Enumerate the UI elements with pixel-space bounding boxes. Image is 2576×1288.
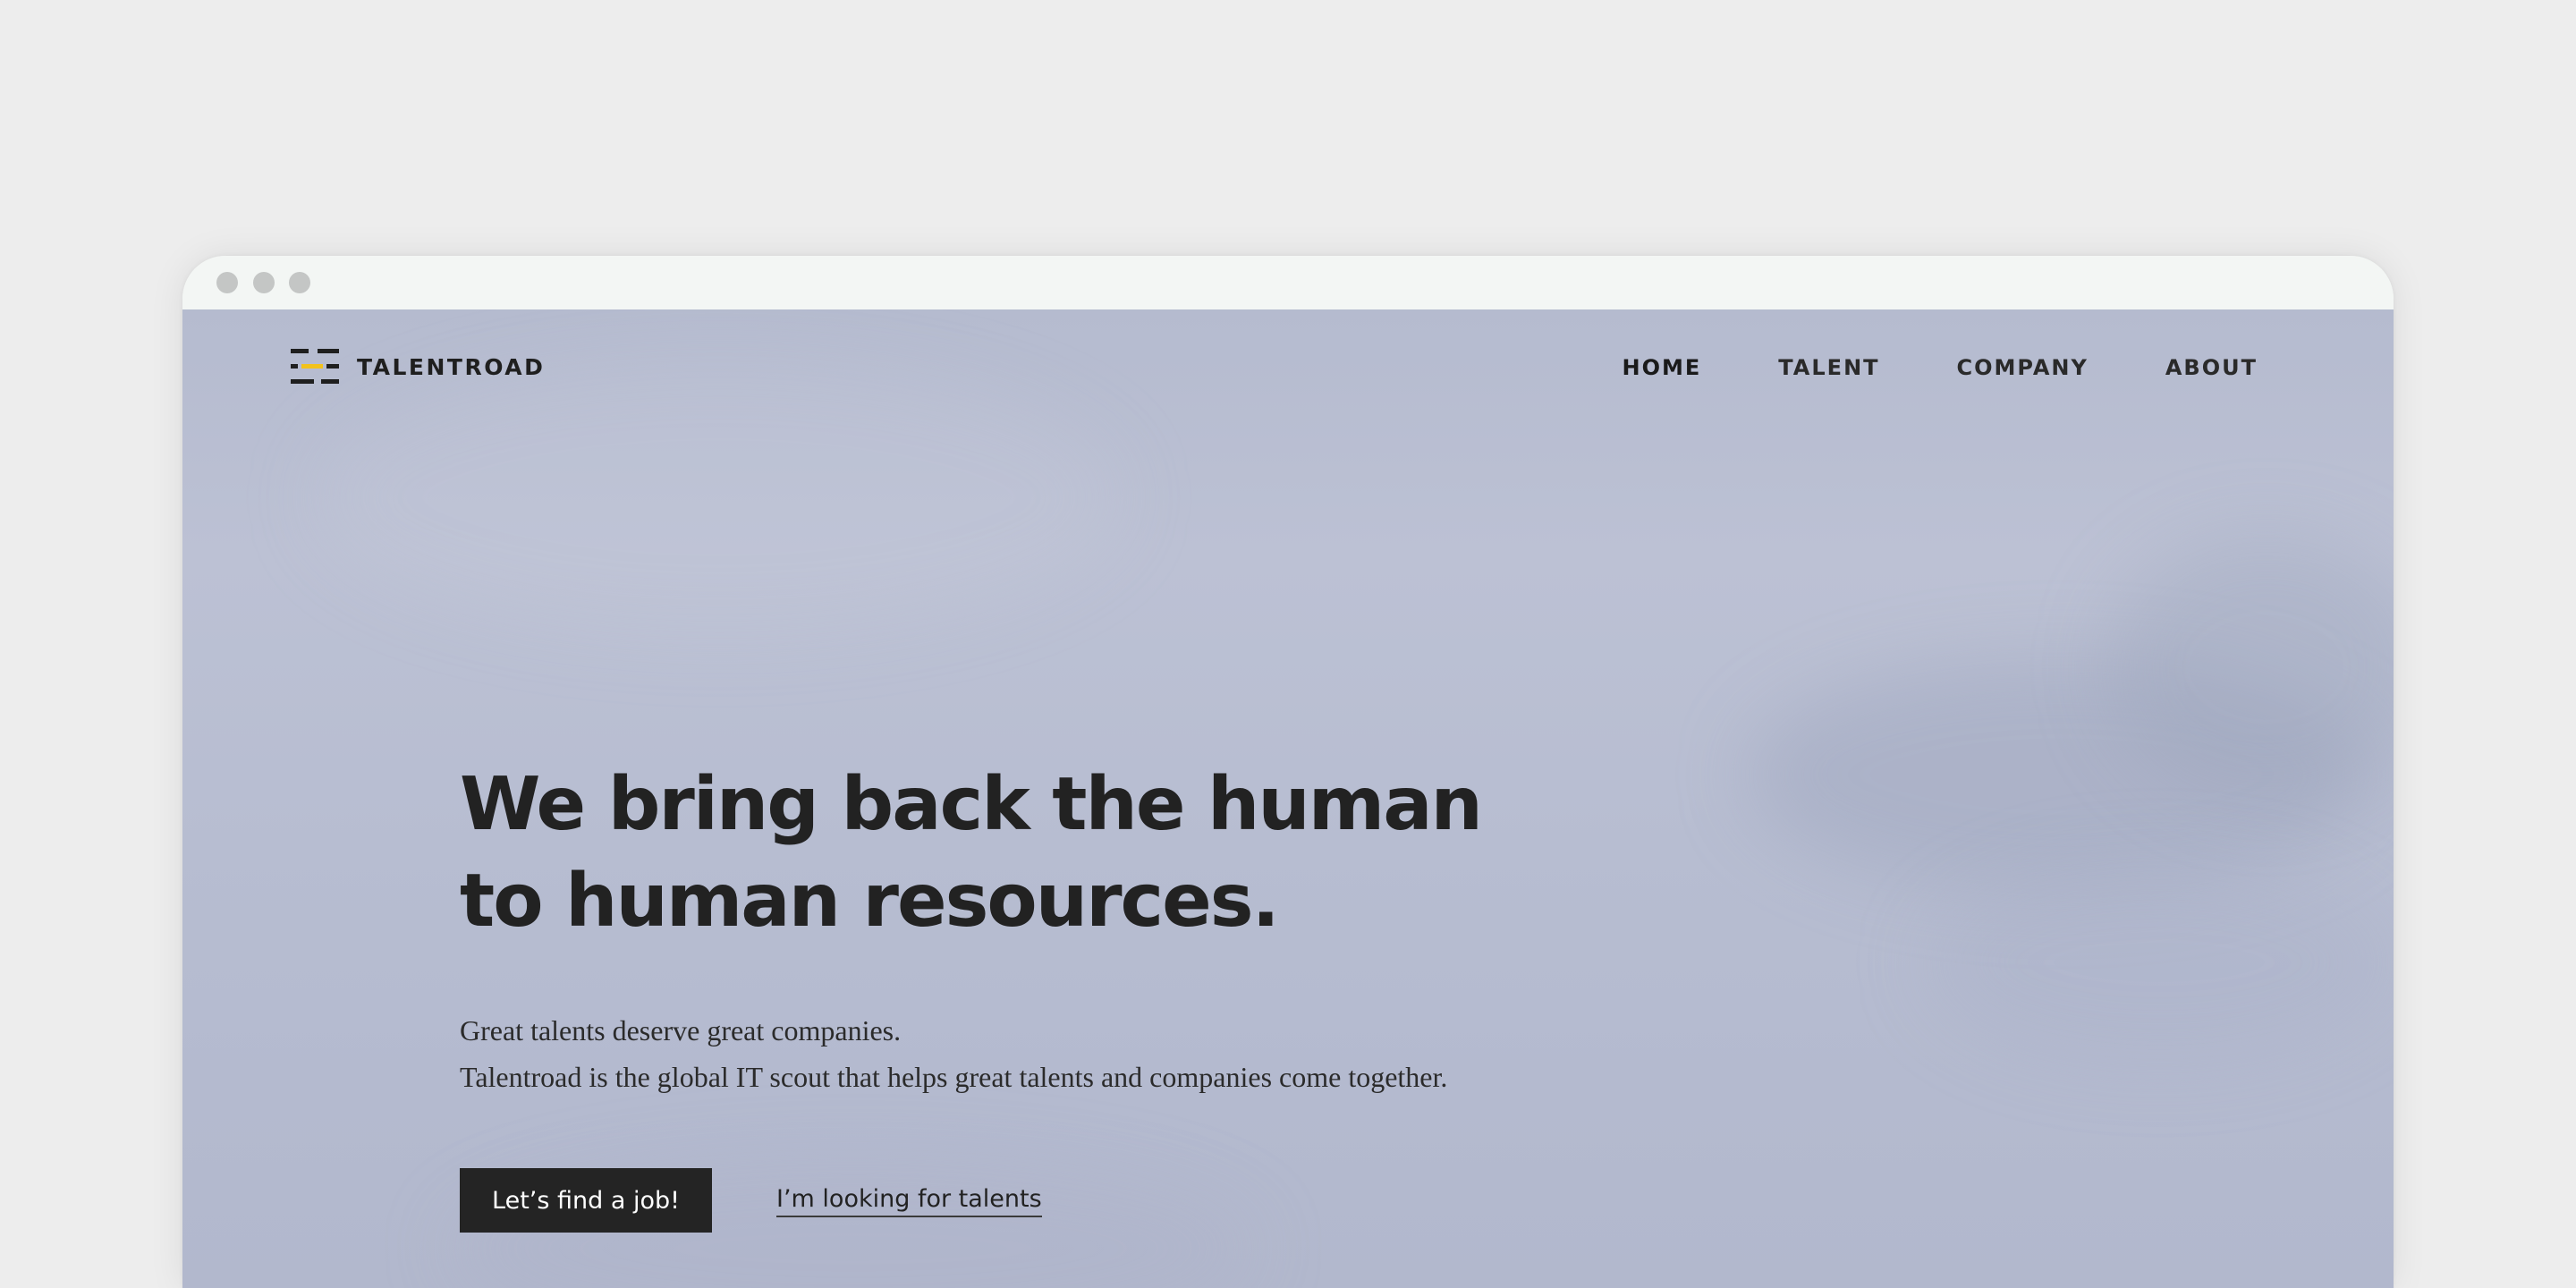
nav-item-home[interactable]: HOME (1622, 354, 1702, 381)
nav-item-about[interactable]: ABOUT (2165, 354, 2258, 381)
hero-heading-line: to human resources. (460, 859, 1280, 944)
hero-heading-line: We bring back the human (460, 762, 1483, 847)
find-job-button[interactable]: Let’s find a job! (460, 1168, 712, 1233)
background-cloud (1927, 864, 2392, 1061)
brand-name: TALENTROAD (357, 353, 546, 380)
nav-item-talent[interactable]: TALENT (1778, 354, 1879, 381)
brand-logo[interactable]: TALENTROAD (291, 349, 545, 385)
browser-window: TALENTROAD HOME TALENT COMPANY ABOUT We … (182, 256, 2394, 1288)
looking-for-talents-link[interactable]: I’m looking for talents (776, 1185, 1042, 1217)
nav-item-label: HOME (1622, 355, 1702, 380)
nav-item-company[interactable]: COMPANY (1957, 354, 2089, 381)
hero-subtitle: Great talents deserve great companies. T… (460, 1007, 1447, 1100)
hero-subtitle-line: Talentroad is the global IT scout that h… (460, 1061, 1448, 1093)
nav-item-label: COMPANY (1956, 355, 2089, 380)
hero-heading: We bring back the human to human resourc… (460, 757, 1483, 950)
window-close-dot[interactable] (216, 272, 238, 293)
window-titlebar (182, 256, 2394, 309)
background-cloud (317, 363, 1122, 631)
window-minimize-dot[interactable] (253, 272, 275, 293)
window-maximize-dot[interactable] (289, 272, 310, 293)
nav-item-label: ABOUT (2165, 355, 2258, 380)
main-navigation: HOME TALENT COMPANY ABOUT (1622, 354, 2258, 381)
hero-section: TALENTROAD HOME TALENT COMPANY ABOUT We … (182, 309, 2394, 1288)
hero-subtitle-line: Great talents deserve great companies. (460, 1014, 902, 1046)
nav-item-label: TALENT (1778, 355, 1880, 380)
road-lines-icon (291, 349, 339, 384)
